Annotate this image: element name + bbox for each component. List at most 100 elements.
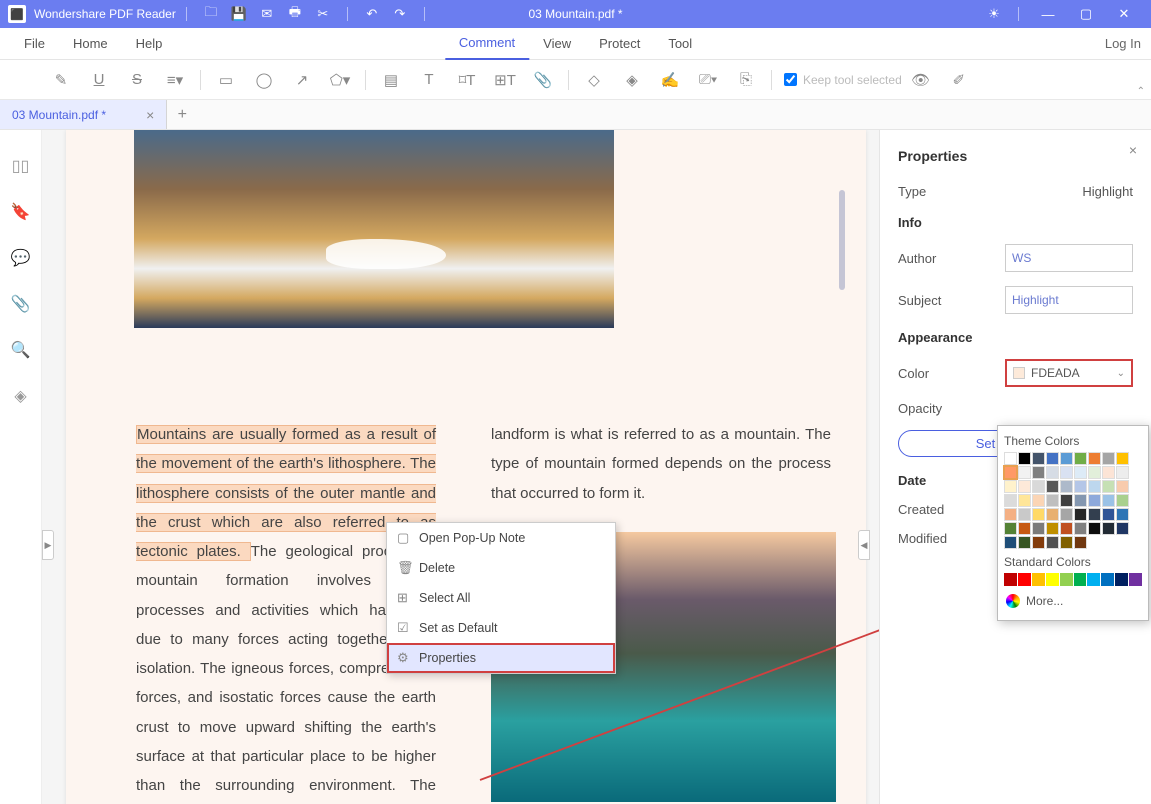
close-button[interactable]: ✕ [1105,6,1143,22]
theme-icon[interactable]: ☀ [985,6,1003,22]
theme-color-swatch[interactable] [1032,466,1045,479]
theme-color-swatch[interactable] [1102,452,1115,465]
maximize-button[interactable]: ▢ [1067,6,1105,22]
highlight-tool-icon[interactable]: ✎ [46,66,76,94]
theme-color-swatch[interactable] [1074,508,1087,521]
pencil-tool-icon[interactable]: ✐ [944,66,974,94]
menu-protect[interactable]: Protect [585,28,654,60]
theme-color-swatch[interactable] [1088,522,1101,535]
theme-color-swatch[interactable] [1088,508,1101,521]
theme-color-swatch[interactable] [1116,508,1129,521]
author-input[interactable] [1005,244,1133,272]
theme-color-swatch[interactable] [1004,466,1017,479]
note-tool-icon[interactable]: ▤ [376,66,406,94]
theme-color-swatch[interactable] [1018,508,1031,521]
theme-color-swatch[interactable] [1018,466,1031,479]
theme-color-swatch[interactable] [1060,536,1073,549]
standard-color-swatch[interactable] [1004,573,1017,586]
theme-color-swatch[interactable] [1046,494,1059,507]
standard-color-swatch[interactable] [1129,573,1142,586]
theme-color-swatch[interactable] [1060,508,1073,521]
more-text-tool-icon[interactable]: ≡▾ [160,66,190,94]
theme-color-swatch[interactable] [1060,522,1073,535]
context-properties[interactable]: ⚙Properties [387,643,615,673]
menu-help[interactable]: Help [122,28,177,59]
arrow-tool-icon[interactable]: ↗ [287,66,317,94]
menu-comment[interactable]: Comment [445,28,529,60]
standard-color-swatch[interactable] [1032,573,1045,586]
theme-color-swatch[interactable] [1102,480,1115,493]
attachments-icon[interactable]: 📎 [11,294,31,314]
close-panel-icon[interactable]: × [1129,142,1137,158]
bookmark-icon[interactable]: 🔖 [11,202,31,222]
theme-color-swatch[interactable] [1046,452,1059,465]
eraser-tool-icon[interactable]: ◇ [579,66,609,94]
theme-color-swatch[interactable] [1046,480,1059,493]
theme-color-swatch[interactable] [1116,494,1129,507]
rectangle-tool-icon[interactable]: ▭ [211,66,241,94]
color-dropdown[interactable]: FDEADA ⌄ [1005,359,1133,387]
login-link[interactable]: Log In [1105,36,1141,51]
theme-color-swatch[interactable] [1018,522,1031,535]
textbox-tool-icon[interactable]: T [414,66,444,94]
theme-color-swatch[interactable] [1018,536,1031,549]
underline-tool-icon[interactable]: U [84,66,114,94]
minimize-button[interactable]: — [1029,7,1067,22]
theme-color-swatch[interactable] [1074,536,1087,549]
theme-color-swatch[interactable] [1060,466,1073,479]
polygon-tool-icon[interactable]: ⬠▾ [325,66,355,94]
theme-color-swatch[interactable] [1102,508,1115,521]
theme-color-swatch[interactable] [1116,452,1129,465]
theme-color-swatch[interactable] [1088,452,1101,465]
expand-right-icon[interactable]: ◀ [858,530,870,560]
theme-color-swatch[interactable] [1018,452,1031,465]
standard-color-swatch[interactable] [1018,573,1031,586]
theme-color-swatch[interactable] [1116,466,1129,479]
theme-color-swatch[interactable] [1060,494,1073,507]
theme-color-swatch[interactable] [1102,522,1115,535]
theme-color-swatch[interactable] [1032,522,1045,535]
menu-file[interactable]: File [10,28,59,59]
search-icon[interactable]: 🔍 [11,340,31,360]
standard-color-swatch[interactable] [1060,573,1073,586]
comments-icon[interactable]: 💬 [11,248,31,268]
theme-color-swatch[interactable] [1004,480,1017,493]
menu-tool[interactable]: Tool [654,28,706,60]
collapse-ribbon-icon[interactable]: ⌃ [1137,86,1145,97]
theme-color-swatch[interactable] [1032,508,1045,521]
standard-color-swatch[interactable] [1046,573,1059,586]
theme-color-swatch[interactable] [1046,522,1059,535]
theme-color-swatch[interactable] [1004,508,1017,521]
theme-color-swatch[interactable] [1088,480,1101,493]
standard-color-swatch[interactable] [1074,573,1087,586]
theme-color-swatch[interactable] [1032,452,1045,465]
theme-color-swatch[interactable] [1060,452,1073,465]
stamp-tool-icon[interactable]: ◈ [617,66,647,94]
theme-color-swatch[interactable] [1004,452,1017,465]
standard-color-swatch[interactable] [1087,573,1100,586]
menu-home[interactable]: Home [59,28,122,59]
show-comments-icon[interactable]: 👁 [906,66,936,94]
theme-color-swatch[interactable] [1004,522,1017,535]
theme-color-swatch[interactable] [1004,494,1017,507]
attachment2-tool-icon[interactable]: ⎘ [731,66,761,94]
print-icon[interactable]: 🖶 [286,3,304,25]
context-set-default[interactable]: ☑Set as Default [387,613,615,643]
theme-color-swatch[interactable] [1018,480,1031,493]
close-tab-icon[interactable]: × [146,107,154,123]
theme-color-swatch[interactable] [1046,536,1059,549]
attachment-tool-icon[interactable]: 📎 [528,66,558,94]
callout-tool-icon[interactable]: ⌑T [452,66,482,94]
keep-tool-checkbox[interactable]: Keep tool selected [784,73,902,87]
ellipse-tool-icon[interactable]: ◯ [249,66,279,94]
theme-color-swatch[interactable] [1102,494,1115,507]
thumbnails-icon[interactable]: ▯▯ [12,156,30,176]
stamp2-tool-icon[interactable]: ⎚▾ [693,66,723,94]
standard-color-swatch[interactable] [1101,573,1114,586]
undo-icon[interactable]: ↶ [363,6,381,22]
open-icon[interactable]: 🗀 [202,3,220,25]
context-open-note[interactable]: ▢Open Pop-Up Note [387,523,615,553]
subject-input[interactable] [1005,286,1133,314]
menu-view[interactable]: View [529,28,585,60]
more-colors-button[interactable]: More... [1004,590,1142,612]
